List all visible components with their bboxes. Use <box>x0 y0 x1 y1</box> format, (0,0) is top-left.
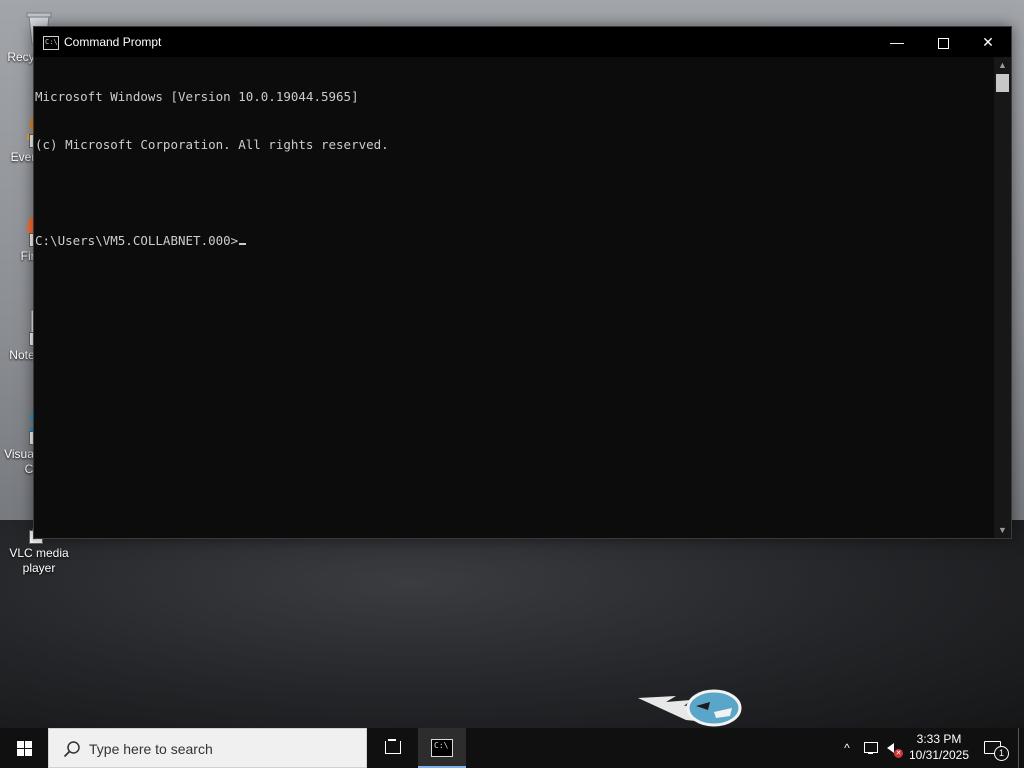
search-icon <box>63 741 80 758</box>
command-prompt-app-icon[interactable]: C:\ <box>43 36 59 50</box>
task-view-button[interactable] <box>370 728 414 768</box>
console-prompt: C:\Users\VM5.COLLABNET.000> <box>35 233 239 248</box>
muted-x-badge: ✕ <box>894 749 903 758</box>
mascot-logo-image <box>638 689 742 727</box>
window-titlebar[interactable]: C:\ Command Prompt — ✕ <box>34 27 1011 57</box>
maximize-icon <box>937 37 949 49</box>
scroll-down-arrow-icon[interactable]: ▼ <box>994 522 1011 538</box>
taskbar-command-prompt[interactable]: C:\ <box>418 728 466 768</box>
action-center-button[interactable]: 1 <box>980 728 1010 768</box>
search-placeholder: Type here to search <box>89 741 213 757</box>
taskbar-clock[interactable]: 3:33 PM 10/31/2025 <box>906 731 972 763</box>
vertical-scrollbar[interactable]: ▲ ▼ <box>994 57 1011 538</box>
notification-count-badge: 1 <box>994 746 1009 761</box>
text-cursor <box>239 243 247 245</box>
command-prompt-taskbar-icon: C:\ <box>431 739 453 757</box>
clock-date: 10/31/2025 <box>908 748 970 762</box>
command-prompt-window[interactable]: C:\ Command Prompt — ✕ Microsoft Windows… <box>33 26 1012 539</box>
desktop-wallpaper-lower <box>0 520 1024 728</box>
window-title: Command Prompt <box>64 35 162 49</box>
desktop-icon-label: VLC media player <box>9 546 69 575</box>
task-view-icon-frame <box>385 741 401 754</box>
console-output[interactable]: Microsoft Windows [Version 10.0.19044.59… <box>34 57 995 538</box>
console-line: Microsoft Windows [Version 10.0.19044.59… <box>35 89 359 104</box>
close-button[interactable]: ✕ <box>965 27 1011 57</box>
scrollbar-thumb[interactable] <box>996 74 1009 92</box>
taskbar-search-box[interactable]: Type here to search <box>48 728 367 768</box>
minimize-button[interactable]: — <box>874 27 920 57</box>
speaker-shape <box>887 743 894 753</box>
start-button[interactable] <box>0 728 48 768</box>
maximize-button[interactable] <box>920 27 966 57</box>
clock-time: 3:33 PM <box>916 732 962 746</box>
show-hidden-icons-chevron-icon[interactable]: ^ <box>838 728 856 768</box>
network-monitor-stand <box>868 752 873 754</box>
console-prompt-line[interactable]: C:\Users\VM5.COLLABNET.000> <box>35 233 995 249</box>
network-icon[interactable] <box>860 728 882 768</box>
scroll-up-arrow-icon[interactable]: ▲ <box>994 57 1011 73</box>
volume-muted-icon[interactable]: ✕ <box>884 728 904 768</box>
taskbar: Type here to search C:\ ^ ✕ 3:33 PM 10/3… <box>0 728 1024 768</box>
console-line: (c) Microsoft Corporation. All rights re… <box>35 137 389 152</box>
show-desktop-button[interactable] <box>1018 728 1024 768</box>
windows-logo-icon <box>17 741 32 756</box>
